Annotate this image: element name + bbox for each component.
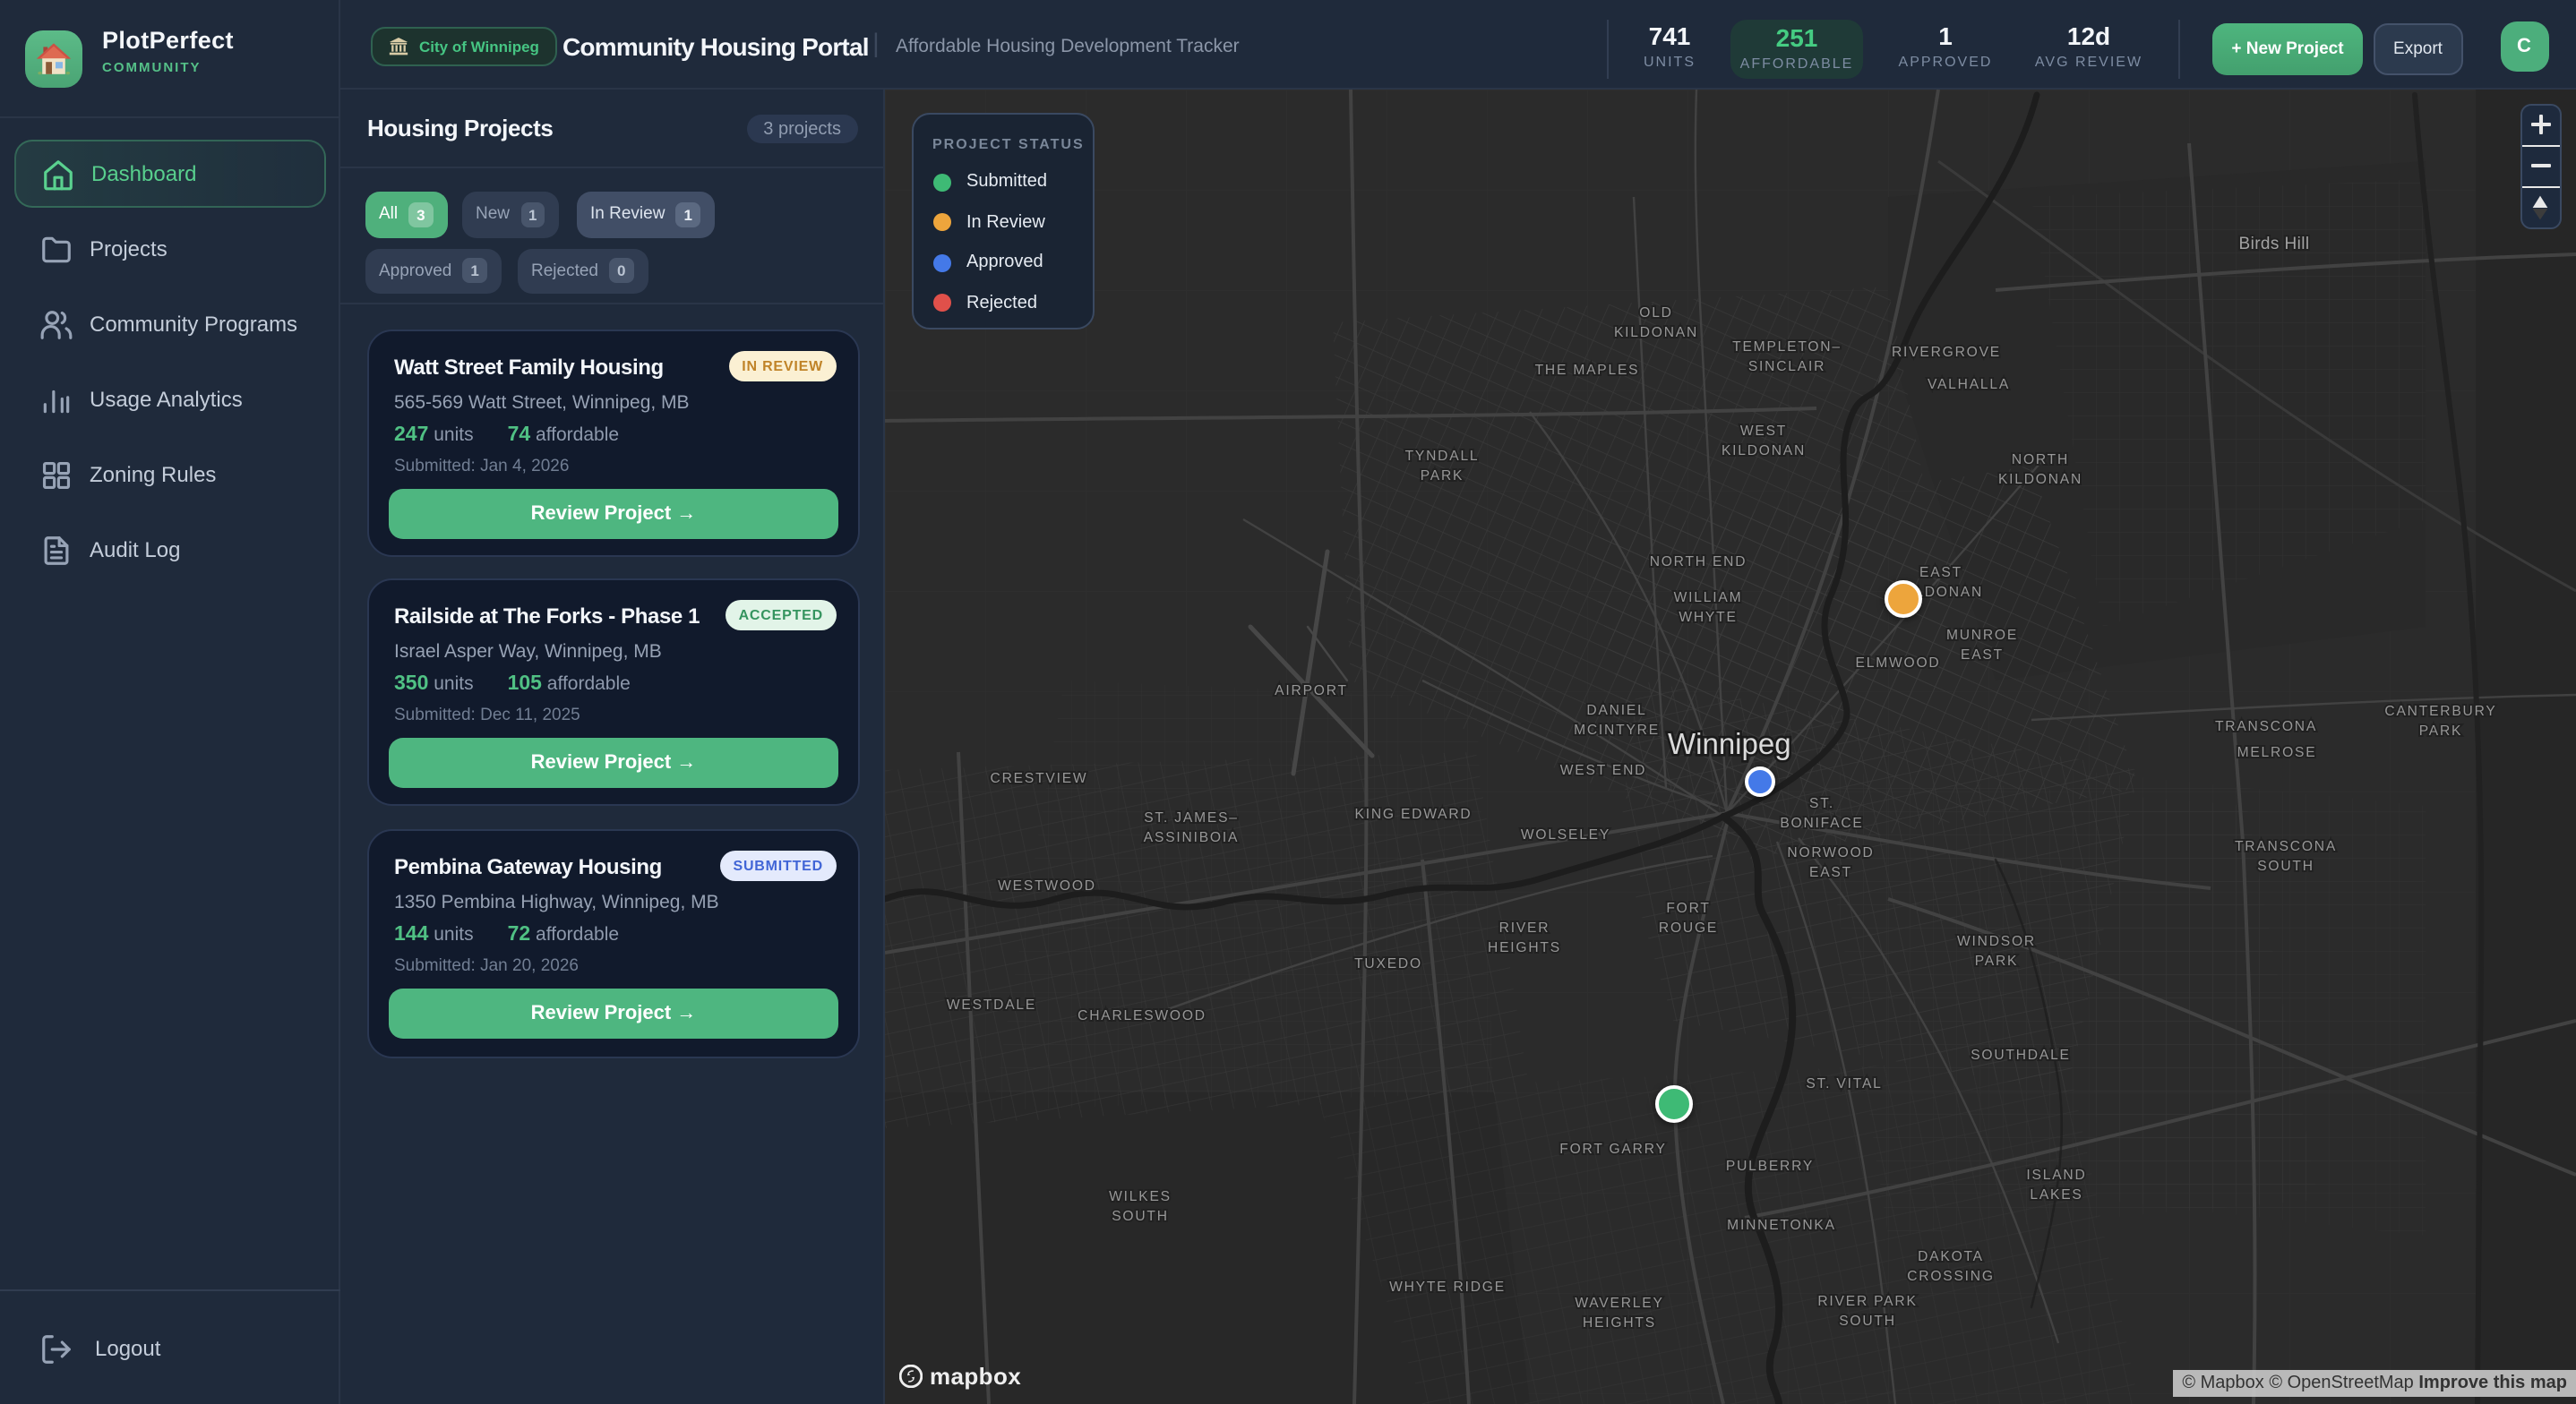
svg-text:LAKES: LAKES	[2030, 1187, 2082, 1203]
svg-text:CRESTVIEW: CRESTVIEW	[991, 771, 1088, 786]
svg-text:OLD: OLD	[1639, 305, 1672, 321]
svg-text:WEST: WEST	[1740, 424, 1787, 439]
svg-text:MELROSE: MELROSE	[2237, 745, 2317, 760]
svg-text:NORWOOD: NORWOOD	[1787, 845, 1874, 860]
svg-text:WILKES: WILKES	[1109, 1189, 1172, 1204]
svg-text:CANTERBURY: CANTERBURY	[2384, 704, 2496, 719]
svg-text:KILDONAN: KILDONAN	[1998, 472, 2082, 487]
svg-text:KING EDWARD: KING EDWARD	[1355, 807, 1473, 822]
svg-text:TRANSCONA: TRANSCONA	[2215, 719, 2317, 734]
svg-text:SOUTH: SOUTH	[1112, 1209, 1169, 1224]
svg-text:TEMPLETON–: TEMPLETON–	[1732, 339, 1842, 355]
svg-text:MUNROE: MUNROE	[1946, 628, 2018, 643]
svg-text:PULBERRY: PULBERRY	[1726, 1159, 1814, 1174]
svg-text:MCINTYRE: MCINTYRE	[1574, 723, 1660, 738]
svg-text:ST.: ST.	[1809, 796, 1834, 811]
svg-text:AIRPORT: AIRPORT	[1275, 683, 1348, 698]
svg-text:Winnipeg: Winnipeg	[1668, 727, 1791, 760]
svg-text:FORT GARRY: FORT GARRY	[1559, 1142, 1666, 1157]
svg-text:HEIGHTS: HEIGHTS	[1583, 1315, 1656, 1331]
svg-text:EAST: EAST	[1961, 647, 2004, 663]
svg-text:SINCLAIR: SINCLAIR	[1748, 359, 1825, 374]
svg-text:RIVER PARK: RIVER PARK	[1817, 1294, 1917, 1309]
svg-text:SOUTH: SOUTH	[2257, 859, 2314, 874]
svg-text:WEST END: WEST END	[1560, 763, 1646, 778]
svg-text:DANIEL: DANIEL	[1586, 703, 1646, 718]
svg-text:WHYTE: WHYTE	[1679, 610, 1737, 625]
svg-text:TRANSCONA: TRANSCONA	[2235, 839, 2337, 854]
svg-text:WESTWOOD: WESTWOOD	[998, 878, 1096, 894]
svg-text:PARK: PARK	[2419, 723, 2463, 739]
svg-text:EAST: EAST	[1809, 865, 1852, 880]
svg-text:WAVERLEY: WAVERLEY	[1575, 1296, 1663, 1311]
svg-text:ISLAND: ISLAND	[2026, 1168, 2086, 1183]
svg-text:WHYTE RIDGE: WHYTE RIDGE	[1389, 1280, 1506, 1295]
svg-text:FORT: FORT	[1666, 901, 1710, 916]
svg-text:KILDONAN: KILDONAN	[1722, 443, 1806, 458]
svg-text:EAST: EAST	[1919, 565, 1962, 580]
svg-text:Birds Hill: Birds Hill	[2239, 235, 2310, 253]
svg-text:PARK: PARK	[1975, 954, 2019, 969]
svg-text:VALHALLA: VALHALLA	[1928, 377, 2010, 392]
svg-text:ST. VITAL: ST. VITAL	[1806, 1076, 1882, 1092]
svg-text:WOLSELEY: WOLSELEY	[1521, 827, 1610, 843]
svg-text:BONIFACE: BONIFACE	[1780, 816, 1863, 831]
svg-text:WINDSOR: WINDSOR	[1957, 934, 2036, 949]
svg-text:TYNDALL: TYNDALL	[1405, 449, 1480, 464]
svg-text:RIVER: RIVER	[1499, 920, 1550, 936]
svg-text:HEIGHTS: HEIGHTS	[1488, 940, 1561, 955]
svg-text:WILLIAM: WILLIAM	[1674, 590, 1743, 605]
svg-text:ST. JAMES–: ST. JAMES–	[1144, 810, 1239, 826]
svg-text:CROSSING: CROSSING	[1907, 1269, 1995, 1284]
svg-text:MINNETONKA: MINNETONKA	[1727, 1218, 1836, 1233]
svg-text:NORTH: NORTH	[2012, 452, 2069, 467]
svg-text:ELMWOOD: ELMWOOD	[1856, 655, 1941, 671]
svg-text:SOUTHDALE: SOUTHDALE	[1971, 1048, 2071, 1063]
svg-text:CHARLESWOOD: CHARLESWOOD	[1078, 1008, 1206, 1023]
svg-text:SOUTH: SOUTH	[1839, 1314, 1896, 1329]
svg-text:WESTDALE: WESTDALE	[947, 997, 1036, 1013]
svg-text:PARK: PARK	[1421, 468, 1464, 484]
svg-text:ROUGE: ROUGE	[1659, 920, 1718, 936]
svg-text:NORTH END: NORTH END	[1650, 554, 1747, 569]
svg-text:ASSINIBOIA: ASSINIBOIA	[1144, 830, 1239, 845]
svg-text:RIVERGROVE: RIVERGROVE	[1892, 345, 2001, 360]
svg-text:DAKOTA: DAKOTA	[1918, 1249, 1984, 1264]
svg-text:KILDONAN: KILDONAN	[1614, 325, 1698, 340]
svg-text:TUXEDO: TUXEDO	[1354, 956, 1422, 972]
svg-text:THE MAPLES: THE MAPLES	[1535, 363, 1640, 378]
